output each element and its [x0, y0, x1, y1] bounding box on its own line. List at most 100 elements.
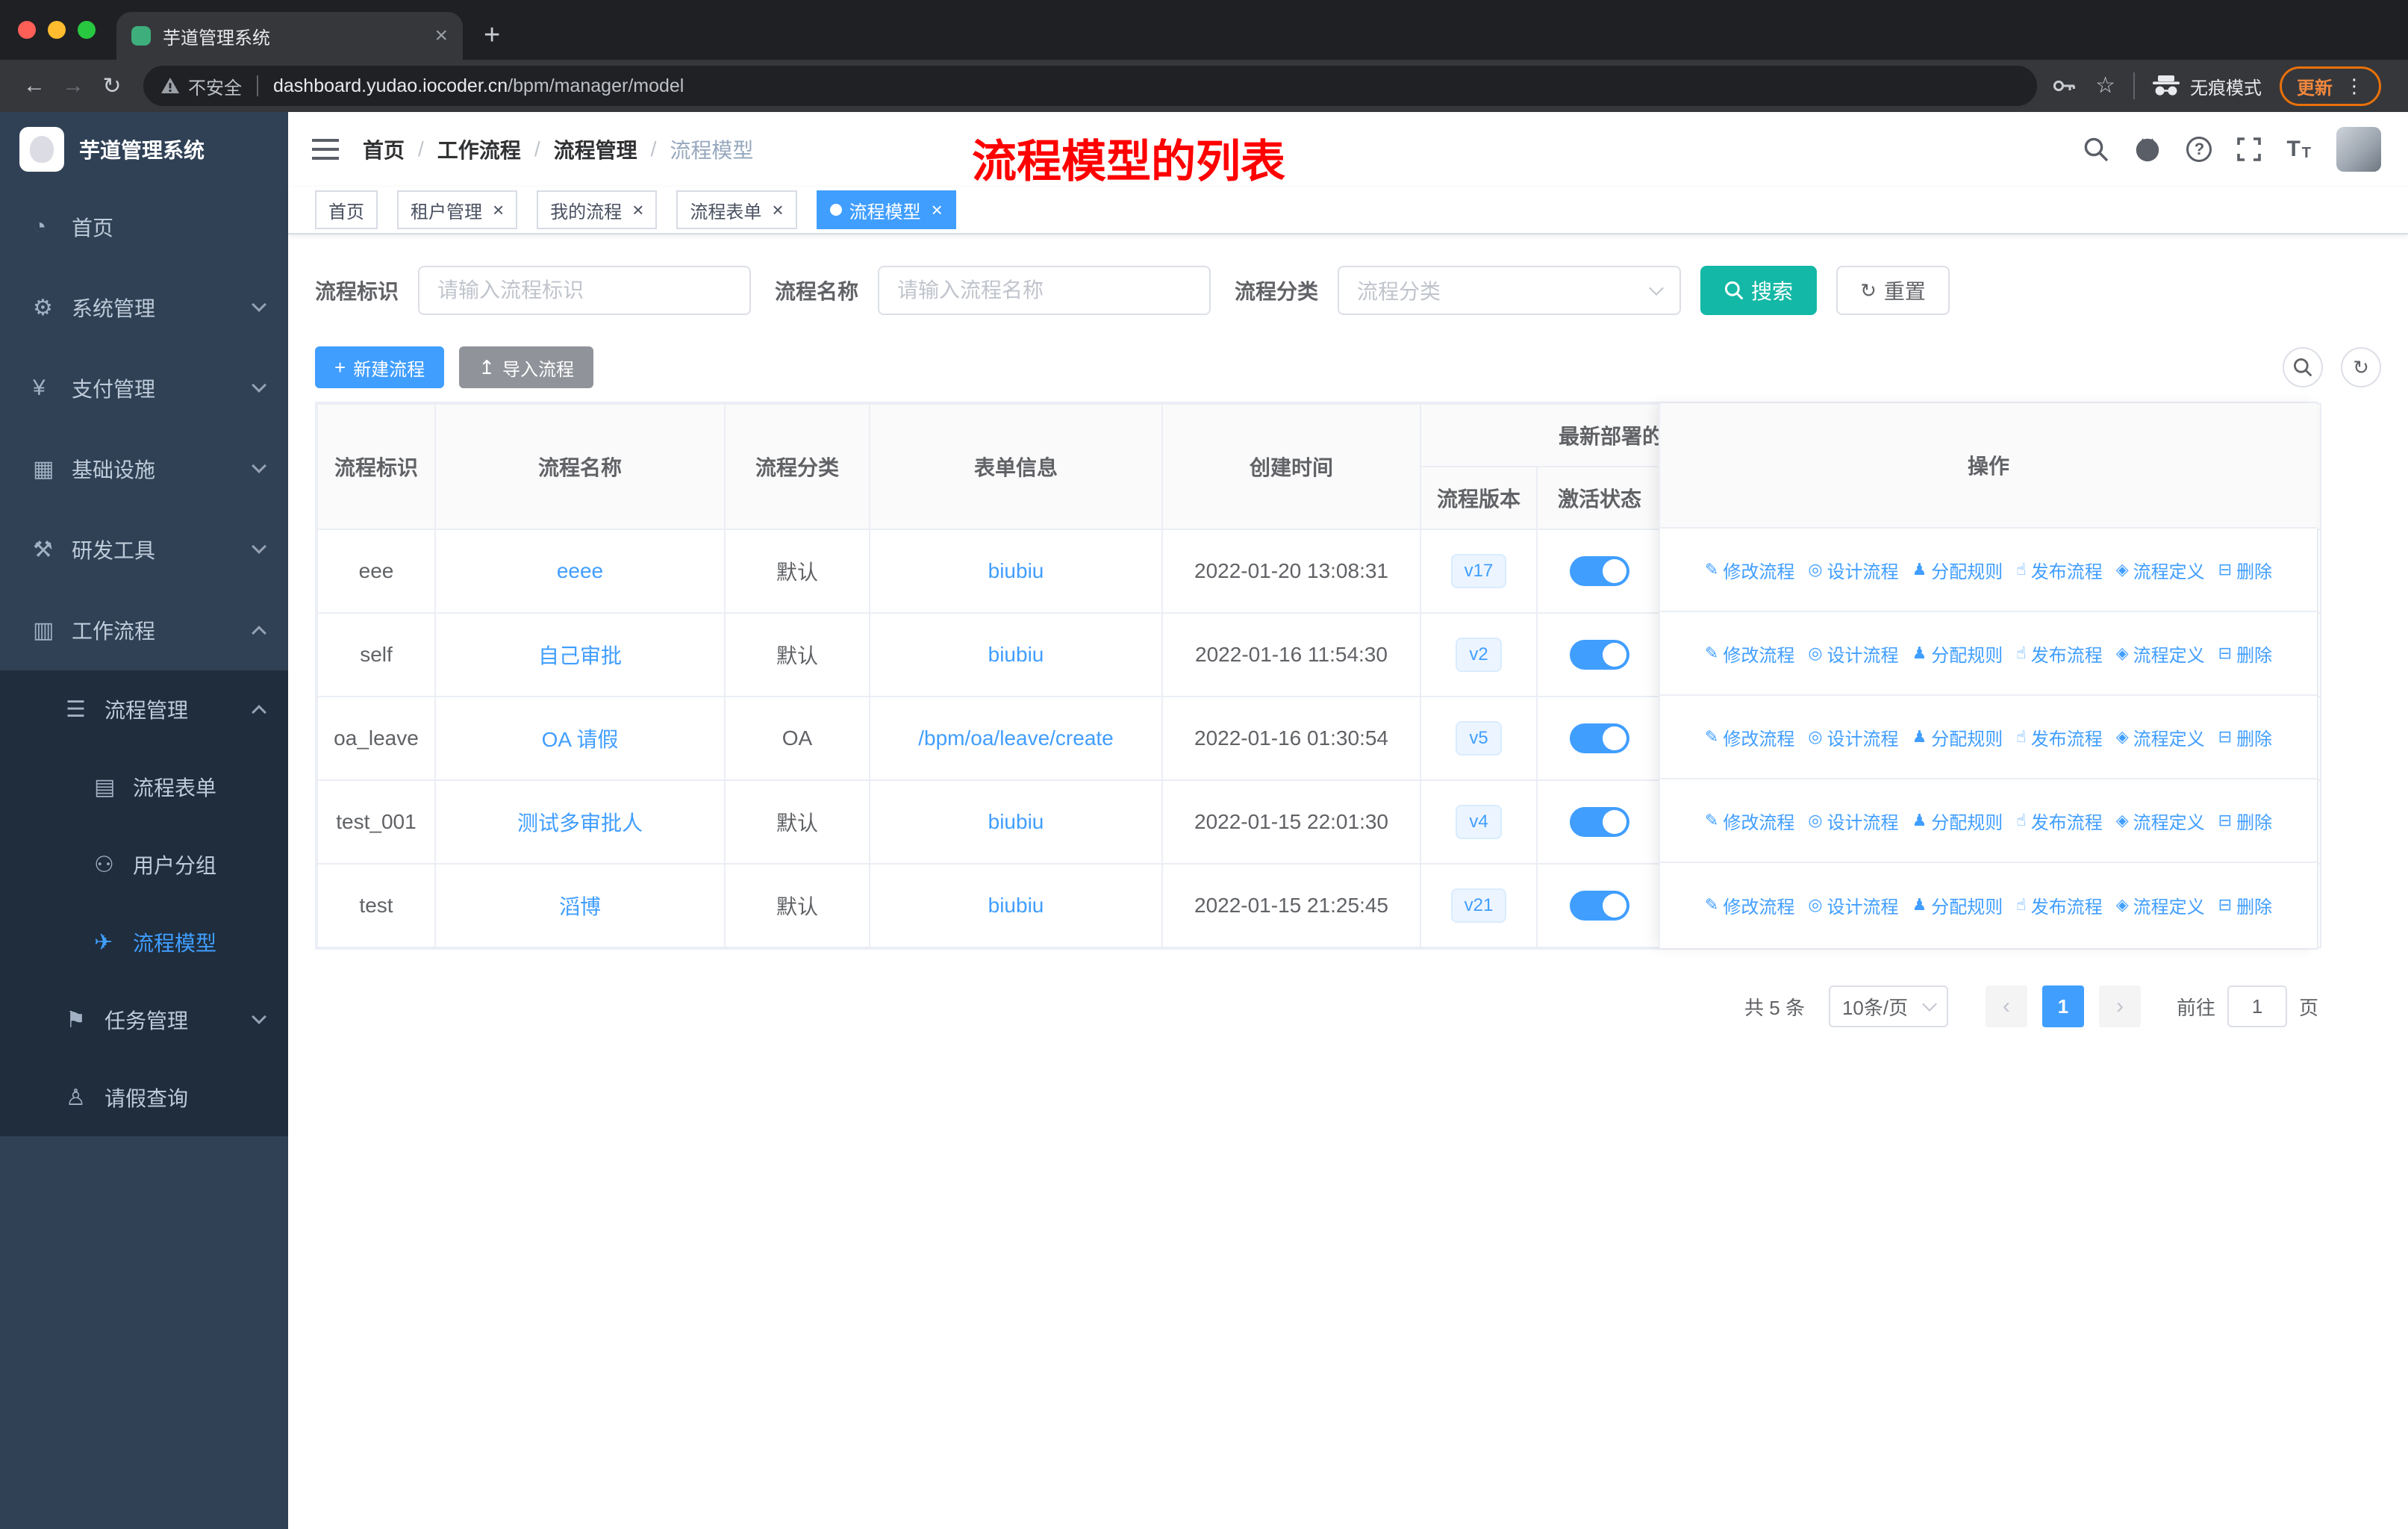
- sidebar-item-task-management[interactable]: ⚑ 任务管理: [0, 981, 288, 1059]
- form-link[interactable]: /bpm/oa/leave/create: [918, 726, 1114, 750]
- sidebar-item-process-model[interactable]: ✈ 流程模型: [0, 903, 288, 981]
- process-definition-link[interactable]: ◈ 流程定义: [2116, 808, 2205, 834]
- process-definition-link[interactable]: ◈ 流程定义: [2116, 892, 2205, 918]
- edit-process-link[interactable]: ✎ 修改流程: [1705, 892, 1794, 918]
- sidebar-item-payment[interactable]: ¥ 支付管理: [0, 348, 288, 429]
- create-process-button[interactable]: + 新建流程: [315, 346, 445, 388]
- design-process-link[interactable]: ◎ 设计流程: [1808, 557, 1898, 583]
- breadcrumb-workflow[interactable]: 工作流程: [437, 134, 521, 164]
- active-toggle[interactable]: [1570, 807, 1629, 837]
- process-name-link[interactable]: 自己审批: [538, 644, 622, 667]
- github-icon[interactable]: [2134, 137, 2161, 162]
- search-button[interactable]: 搜索: [1700, 266, 1818, 315]
- active-toggle[interactable]: [1570, 723, 1629, 753]
- maximize-window-button[interactable]: [78, 21, 96, 39]
- edit-process-link[interactable]: ✎ 修改流程: [1705, 724, 1794, 750]
- sidebar-item-user-group[interactable]: ⚇ 用户分组: [0, 826, 288, 903]
- page-number-button[interactable]: 1: [2042, 985, 2084, 1027]
- breadcrumb-home[interactable]: 首页: [363, 134, 405, 164]
- sidebar-toggle-icon[interactable]: [288, 112, 363, 187]
- forward-icon[interactable]: →: [54, 73, 93, 99]
- sidebar-item-workflow[interactable]: ▥ 工作流程: [0, 590, 288, 670]
- font-size-icon[interactable]: TT: [2286, 137, 2311, 162]
- close-window-button[interactable]: [18, 21, 36, 39]
- back-icon[interactable]: ←: [15, 73, 54, 99]
- tag-tenant[interactable]: 租户管理 ×: [397, 190, 518, 229]
- fullscreen-icon[interactable]: [2237, 137, 2262, 161]
- sidebar-item-leave-query[interactable]: ♙ 请假查询: [0, 1059, 288, 1136]
- search-icon[interactable]: [2083, 137, 2109, 162]
- process-name-link[interactable]: eeee: [557, 559, 603, 582]
- tag-process-form[interactable]: 流程表单 ×: [676, 190, 797, 229]
- active-toggle[interactable]: [1570, 640, 1629, 670]
- design-process-link[interactable]: ◎ 设计流程: [1808, 808, 1898, 834]
- new-tab-button[interactable]: +: [484, 21, 500, 49]
- close-icon[interactable]: ×: [932, 200, 943, 219]
- delete-link[interactable]: ⊟ 删除: [2218, 808, 2272, 834]
- process-name-link[interactable]: 测试多审批人: [517, 812, 643, 835]
- process-name-input[interactable]: [878, 266, 1211, 315]
- publish-process-link[interactable]: ☝ 发布流程: [2016, 641, 2102, 667]
- publish-process-link[interactable]: ☝ 发布流程: [2016, 557, 2102, 583]
- design-process-link[interactable]: ◎ 设计流程: [1808, 724, 1898, 750]
- edit-process-link[interactable]: ✎ 修改流程: [1705, 808, 1794, 834]
- next-page-button[interactable]: ›: [2098, 985, 2141, 1027]
- bookmark-star-icon[interactable]: ☆: [2095, 75, 2115, 97]
- delete-link[interactable]: ⊟ 删除: [2218, 641, 2272, 667]
- browser-update-button[interactable]: 更新 ⋮: [2280, 66, 2381, 106]
- prev-page-button[interactable]: ‹: [1985, 985, 2027, 1027]
- sidebar-item-infrastructure[interactable]: ▦ 基础设施: [0, 429, 288, 509]
- tab-close-icon[interactable]: ×: [434, 25, 448, 47]
- sidebar-item-process-management[interactable]: ☰ 流程管理: [0, 670, 288, 748]
- goto-page-input[interactable]: [2227, 985, 2287, 1027]
- sidebar-item-home[interactable]: ◔ 首页: [0, 187, 288, 267]
- menu-dots-icon[interactable]: ⋮: [2345, 76, 2364, 96]
- import-process-button[interactable]: ↥ 导入流程: [459, 346, 593, 388]
- avatar[interactable]: [2336, 127, 2381, 172]
- breadcrumb-process-management[interactable]: 流程管理: [554, 134, 637, 164]
- browser-tab[interactable]: 芋道管理系统 ×: [116, 12, 463, 60]
- minimize-window-button[interactable]: [48, 21, 66, 39]
- assign-rule-link[interactable]: ♟ 分配规则: [1912, 892, 2003, 918]
- address-bar[interactable]: 不安全 dashboard.yudao.iocoder.cn/bpm/manag…: [143, 66, 2038, 106]
- page-size-select[interactable]: 10条/页: [1828, 985, 1948, 1027]
- form-link[interactable]: biubiu: [988, 559, 1044, 582]
- process-definition-link[interactable]: ◈ 流程定义: [2116, 557, 2205, 583]
- assign-rule-link[interactable]: ♟ 分配规则: [1912, 557, 2003, 583]
- process-name-link[interactable]: OA 请假: [542, 728, 619, 751]
- close-icon[interactable]: ×: [493, 200, 504, 219]
- process-name-link[interactable]: 滔博: [559, 895, 601, 918]
- active-toggle[interactable]: [1570, 891, 1629, 921]
- refresh-table-button[interactable]: ↻: [2341, 347, 2381, 387]
- edit-process-link[interactable]: ✎ 修改流程: [1705, 557, 1794, 583]
- reload-icon[interactable]: ↻: [93, 73, 131, 99]
- assign-rule-link[interactable]: ♟ 分配规则: [1912, 724, 2003, 750]
- publish-process-link[interactable]: ☝ 发布流程: [2016, 808, 2102, 834]
- publish-process-link[interactable]: ☝ 发布流程: [2016, 724, 2102, 750]
- toggle-search-button[interactable]: [2283, 347, 2323, 387]
- process-definition-link[interactable]: ◈ 流程定义: [2116, 724, 2205, 750]
- delete-link[interactable]: ⊟ 删除: [2218, 557, 2272, 583]
- tag-process-model[interactable]: 流程模型 ×: [816, 190, 956, 229]
- form-link[interactable]: biubiu: [988, 643, 1044, 666]
- tag-home[interactable]: 首页: [315, 190, 378, 229]
- reset-button[interactable]: ↻ 重置: [1836, 266, 1950, 315]
- delete-link[interactable]: ⊟ 删除: [2218, 892, 2272, 918]
- sidebar-item-devtools[interactable]: ⚒ 研发工具: [0, 509, 288, 590]
- sidebar-item-process-form[interactable]: ▤ 流程表单: [0, 748, 288, 826]
- tag-my-process[interactable]: 我的流程 ×: [537, 190, 658, 229]
- close-icon[interactable]: ×: [632, 200, 643, 219]
- design-process-link[interactable]: ◎ 设计流程: [1808, 641, 1898, 667]
- process-definition-link[interactable]: ◈ 流程定义: [2116, 641, 2205, 667]
- publish-process-link[interactable]: ☝ 发布流程: [2016, 892, 2102, 918]
- active-toggle[interactable]: [1570, 556, 1629, 586]
- password-key-icon[interactable]: [2052, 74, 2077, 98]
- edit-process-link[interactable]: ✎ 修改流程: [1705, 641, 1794, 667]
- security-label[interactable]: 不安全: [188, 73, 242, 99]
- close-icon[interactable]: ×: [772, 200, 783, 219]
- help-icon[interactable]: ?: [2186, 137, 2212, 162]
- form-link[interactable]: biubiu: [988, 894, 1044, 917]
- delete-link[interactable]: ⊟ 删除: [2218, 724, 2272, 750]
- sidebar-item-system[interactable]: ⚙ 系统管理: [0, 267, 288, 348]
- form-link[interactable]: biubiu: [988, 810, 1044, 833]
